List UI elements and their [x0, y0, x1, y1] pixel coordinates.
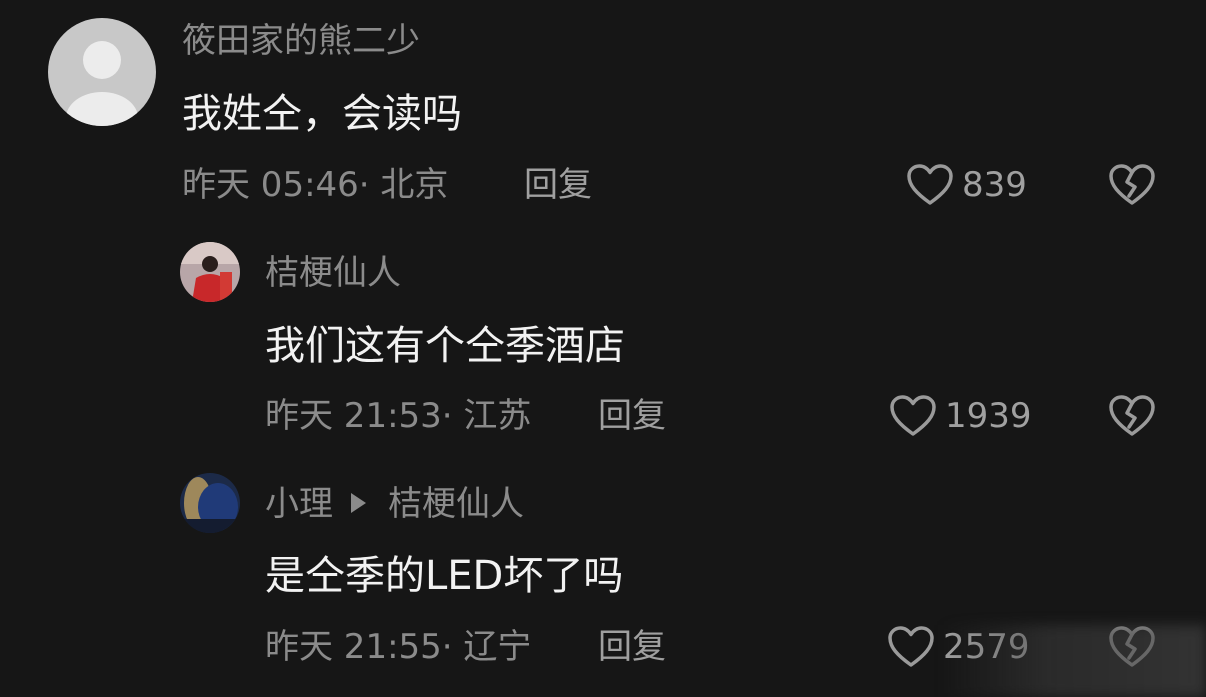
like-count: 1939: [945, 396, 1032, 436]
reply-to-username[interactable]: 桔梗仙人: [388, 484, 524, 524]
comment-text: 我们这有个仝季酒店: [265, 323, 625, 369]
comment-meta: 昨天 05:46· 北京: [182, 165, 449, 205]
comment-text: 是仝季的LED坏了吗: [265, 553, 624, 599]
user-photo-avatar: [180, 473, 240, 533]
comment-list: 筱田家的熊二少 我姓仝，会读吗 昨天 05:46· 北京 回复 839 桔梗仙人…: [0, 0, 1206, 697]
username[interactable]: 桔梗仙人: [265, 256, 401, 290]
watermark-blur: [940, 625, 1206, 697]
default-avatar-icon: [48, 18, 156, 126]
broken-heart-icon: [1109, 164, 1155, 205]
reply-button[interactable]: 回复: [598, 399, 666, 433]
username[interactable]: 筱田家的熊二少: [182, 24, 420, 58]
comment-meta: 昨天 21:53· 江苏: [265, 396, 532, 436]
dislike-button[interactable]: [1108, 394, 1156, 438]
reply-button[interactable]: 回复: [524, 168, 592, 202]
dislike-button[interactable]: [1108, 163, 1156, 207]
comment-text: 我姓仝，会读吗: [182, 91, 462, 137]
like-count: 839: [962, 165, 1027, 205]
avatar[interactable]: [180, 473, 240, 533]
username: 小理 桔梗仙人: [265, 487, 524, 521]
heart-outline-icon: [907, 164, 953, 205]
like-button[interactable]: 1939: [889, 394, 1032, 438]
triangle-right-icon: [351, 492, 366, 513]
user-photo-avatar: [180, 242, 240, 302]
comment-meta: 昨天 21:55· 辽宁: [265, 627, 532, 667]
like-button[interactable]: 839: [906, 163, 1027, 207]
broken-heart-icon: [1109, 395, 1155, 436]
username-author[interactable]: 小理: [265, 484, 333, 524]
avatar[interactable]: [180, 242, 240, 302]
reply-button[interactable]: 回复: [598, 630, 666, 664]
heart-outline-icon: [890, 395, 936, 436]
heart-outline-icon: [888, 626, 934, 667]
avatar[interactable]: [48, 18, 156, 126]
